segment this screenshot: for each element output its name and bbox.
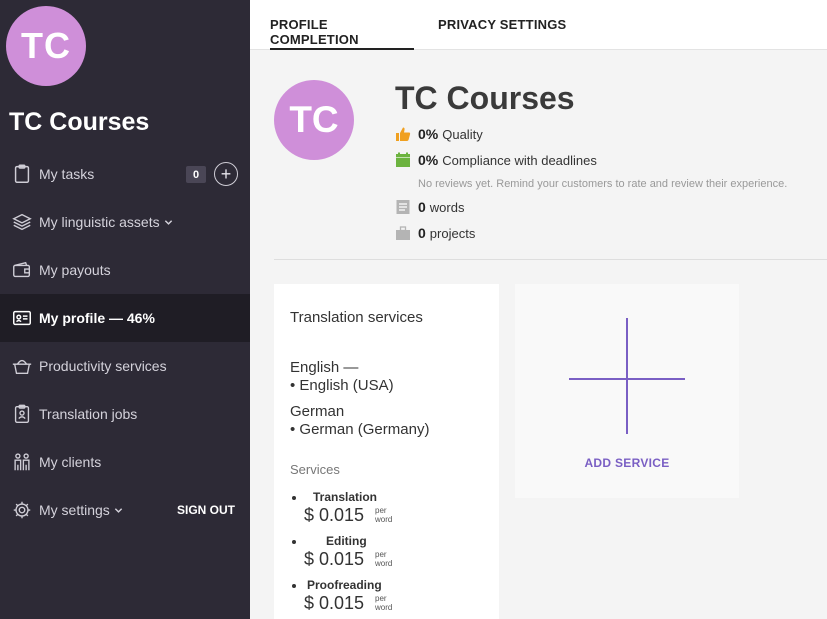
compliance-label: Compliance with deadlines bbox=[442, 152, 597, 168]
sign-out-button[interactable]: SIGN OUT bbox=[177, 503, 235, 517]
service-price: $ 0.015 bbox=[304, 593, 365, 613]
sidebar-item-label: Translation jobs bbox=[39, 406, 138, 422]
thumbs-up-icon bbox=[395, 126, 411, 142]
sidebar-user-name: TC Courses bbox=[9, 108, 150, 136]
gear-icon bbox=[10, 498, 34, 522]
calendar-icon bbox=[395, 152, 411, 168]
card-title: Translation services bbox=[290, 309, 423, 326]
clipboard-icon bbox=[10, 162, 34, 186]
list-item: Editing $ 0.015 per word bbox=[290, 534, 490, 578]
bullet bbox=[292, 584, 296, 588]
sidebar-item-label: My payouts bbox=[39, 262, 111, 278]
sidebar-item-label: My tasks bbox=[39, 166, 95, 182]
plus-icon bbox=[626, 318, 628, 434]
language-pair-target: • English (USA) bbox=[290, 377, 394, 394]
chevron-down-icon bbox=[164, 214, 173, 230]
language-pair-target: • German (Germany) bbox=[290, 421, 430, 438]
section-divider bbox=[274, 259, 827, 260]
briefcase-icon bbox=[395, 225, 411, 241]
sidebar-item-label: My profile — 46% bbox=[39, 310, 155, 326]
bullet bbox=[292, 540, 296, 544]
words-label: words bbox=[429, 199, 465, 215]
add-service-label: ADD SERVICE bbox=[584, 456, 670, 470]
tab-profile-completion[interactable]: PROFILE COMPLETION bbox=[270, 0, 414, 50]
basket-icon bbox=[10, 354, 34, 378]
add-service-button[interactable]: ADD SERVICE bbox=[515, 284, 739, 498]
words-stat: 0 words bbox=[395, 199, 464, 215]
projects-value: 0 bbox=[418, 225, 426, 241]
quality-value: 0% bbox=[418, 126, 439, 142]
list-item: Translation $ 0.015 per word bbox=[290, 490, 490, 534]
add-task-button[interactable]: + bbox=[214, 162, 238, 186]
service-unit: per word bbox=[375, 550, 393, 568]
sidebar-item-clients[interactable]: My clients bbox=[0, 438, 250, 486]
quality-stat: 0% Quality bbox=[395, 126, 483, 142]
sidebar-item-linguistic-assets[interactable]: My linguistic assets bbox=[0, 198, 250, 246]
language-pair-source: German bbox=[290, 403, 345, 420]
compliance-stat: 0% Compliance with deadlines bbox=[395, 152, 597, 168]
service-unit: per word bbox=[375, 506, 393, 524]
services-heading: Services bbox=[290, 462, 340, 477]
wallet-icon bbox=[10, 258, 34, 282]
id-card-icon bbox=[10, 306, 34, 330]
sidebar-item-my-profile[interactable]: My profile — 46% bbox=[0, 294, 250, 342]
words-value: 0 bbox=[418, 199, 426, 215]
reviews-note: No reviews yet. Remind your customers to… bbox=[418, 178, 788, 190]
sidebar-item-payouts[interactable]: My payouts bbox=[0, 246, 250, 294]
profile-avatar: TC bbox=[274, 80, 354, 160]
sidebar-item-label: My settings bbox=[39, 502, 110, 518]
service-price: $ 0.015 bbox=[304, 505, 365, 525]
sidebar-item-label: My linguistic assets bbox=[39, 214, 160, 230]
top-tab-bar: PROFILE COMPLETION PRIVACY SETTINGS bbox=[250, 0, 827, 50]
sidebar: TC TC Courses My tasks 0 + My linguistic… bbox=[0, 0, 250, 619]
sidebar-item-label: My clients bbox=[39, 454, 102, 470]
service-name: Proofreading bbox=[307, 578, 382, 592]
people-icon bbox=[10, 450, 34, 474]
projects-label: projects bbox=[429, 225, 476, 241]
sidebar-item-settings[interactable]: My settings SIGN OUT bbox=[0, 486, 250, 534]
service-unit: per word bbox=[375, 594, 393, 612]
language-pair-source: English — bbox=[290, 359, 359, 376]
tab-privacy-settings[interactable]: PRIVACY SETTINGS bbox=[438, 0, 566, 50]
compliance-value: 0% bbox=[418, 152, 439, 168]
sidebar-item-translation-jobs[interactable]: Translation jobs bbox=[0, 390, 250, 438]
sidebar-item-productivity[interactable]: Productivity services bbox=[0, 342, 250, 390]
tasks-count-badge: 0 bbox=[186, 166, 206, 183]
translation-services-card[interactable]: Translation services English — • English… bbox=[274, 284, 499, 619]
document-icon bbox=[395, 199, 411, 215]
sidebar-item-my-tasks[interactable]: My tasks 0 + bbox=[0, 150, 250, 198]
sidebar-item-label: Productivity services bbox=[39, 358, 167, 374]
chevron-down-icon bbox=[114, 502, 123, 518]
layers-icon bbox=[10, 210, 34, 234]
service-price: $ 0.015 bbox=[304, 549, 365, 569]
plus-icon-bar bbox=[569, 378, 685, 380]
quality-label: Quality bbox=[442, 126, 483, 142]
service-name: Translation bbox=[313, 490, 378, 504]
service-name: Editing bbox=[326, 534, 367, 548]
avatar[interactable]: TC bbox=[6, 6, 86, 86]
sidebar-nav: My tasks 0 + My linguistic assets My pay… bbox=[0, 150, 250, 534]
profile-name: TC Courses bbox=[395, 80, 575, 116]
bullet bbox=[292, 496, 296, 500]
projects-stat: 0 projects bbox=[395, 225, 475, 241]
clipboard-person-icon bbox=[10, 402, 34, 426]
list-item: Proofreading $ 0.015 per word bbox=[290, 578, 490, 619]
